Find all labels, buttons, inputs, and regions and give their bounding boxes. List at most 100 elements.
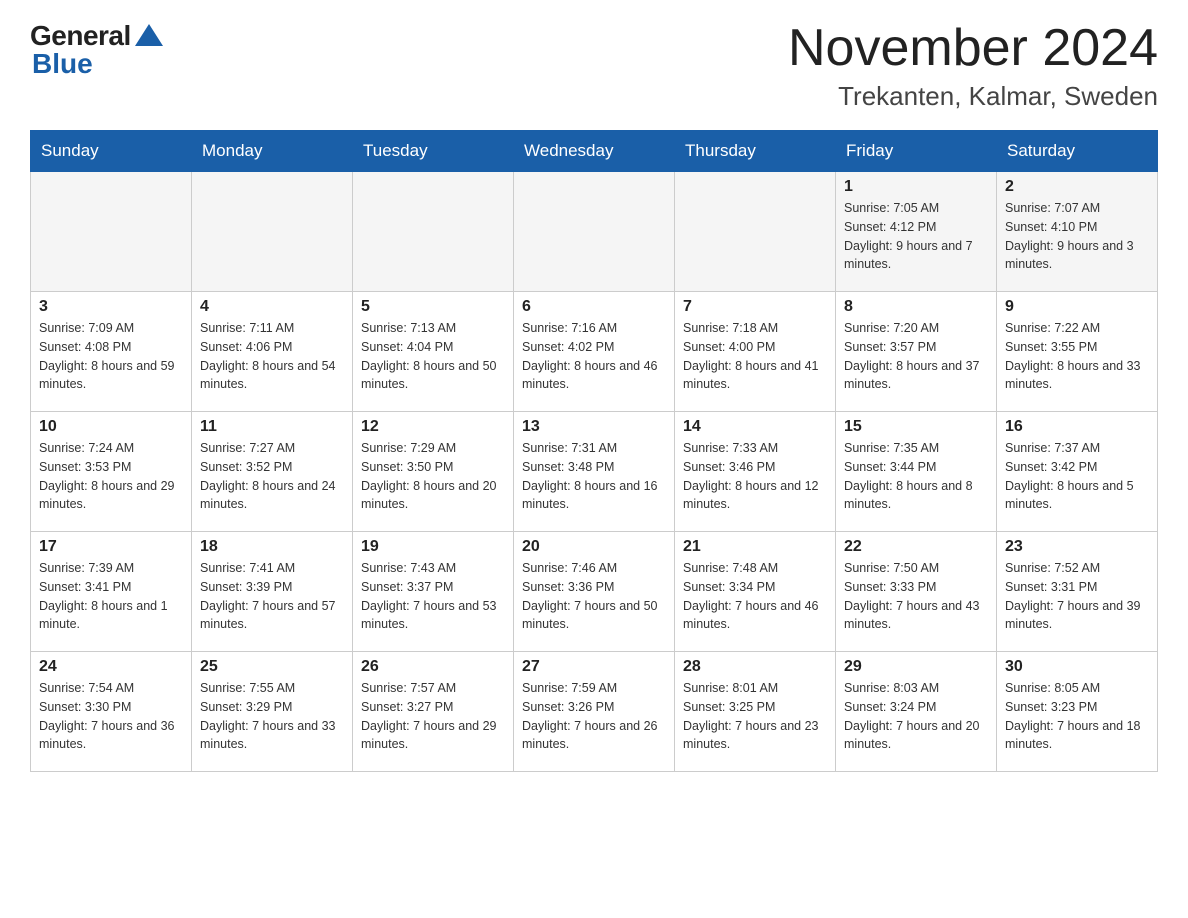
- day-number: 29: [844, 658, 988, 676]
- day-info: Sunrise: 8:03 AM Sunset: 3:24 PM Dayligh…: [844, 679, 988, 754]
- calendar-cell: 20 Sunrise: 7:46 AM Sunset: 3:36 PM Dayli…: [514, 532, 675, 652]
- day-number: 26: [361, 658, 505, 676]
- calendar-cell: 9Sunrise: 7:22 AM Sunset: 3:55 PM Daylig…: [997, 292, 1158, 412]
- day-of-week-header: Friday: [836, 131, 997, 172]
- day-of-week-header: Monday: [192, 131, 353, 172]
- calendar-cell: 15 Sunrise: 7:35 AM Sunset: 3:44 PM Dayli…: [836, 412, 997, 532]
- calendar-cell: 5 Sunrise: 7:13 AM Sunset: 4:04 PM Daylig…: [353, 292, 514, 412]
- day-info: Sunrise: 7:22 AM Sunset: 3:55 PM Dayligh…: [1005, 319, 1149, 394]
- day-number: 24: [39, 658, 183, 676]
- day-info: Sunrise: 7:33 AM Sunset: 3:46 PM Dayligh…: [683, 439, 827, 514]
- calendar-cell: 4 Sunrise: 7:11 AM Sunset: 4:06 PM Daylig…: [192, 292, 353, 412]
- day-info: Sunrise: 7:55 AM Sunset: 3:29 PM Dayligh…: [200, 679, 344, 754]
- day-info: Sunrise: 7:39 AM Sunset: 3:41 PM Dayligh…: [39, 559, 183, 634]
- calendar-week-row: 24 Sunrise: 7:54 AM Sunset: 3:30 PM Dayli…: [31, 652, 1158, 772]
- day-info: Sunrise: 7:11 AM Sunset: 4:06 PM Dayligh…: [200, 319, 344, 394]
- calendar-cell: [675, 172, 836, 292]
- calendar-cell: 12Sunrise: 7:29 AM Sunset: 3:50 PM Dayli…: [353, 412, 514, 532]
- month-title: November 2024: [788, 20, 1158, 77]
- day-number: 7: [683, 298, 827, 316]
- calendar-cell: 24 Sunrise: 7:54 AM Sunset: 3:30 PM Dayli…: [31, 652, 192, 772]
- day-of-week-header: Thursday: [675, 131, 836, 172]
- day-info: Sunrise: 7:07 AM Sunset: 4:10 PM Dayligh…: [1005, 199, 1149, 274]
- calendar-cell: 26 Sunrise: 7:57 AM Sunset: 3:27 PM Dayli…: [353, 652, 514, 772]
- calendar-cell: 19Sunrise: 7:43 AM Sunset: 3:37 PM Dayli…: [353, 532, 514, 652]
- day-info: Sunrise: 7:54 AM Sunset: 3:30 PM Dayligh…: [39, 679, 183, 754]
- day-info: Sunrise: 7:37 AM Sunset: 3:42 PM Dayligh…: [1005, 439, 1149, 514]
- day-info: Sunrise: 7:31 AM Sunset: 3:48 PM Dayligh…: [522, 439, 666, 514]
- calendar-week-row: 17 Sunrise: 7:39 AM Sunset: 3:41 PM Dayli…: [31, 532, 1158, 652]
- day-number: 30: [1005, 658, 1149, 676]
- calendar-week-row: 1 Sunrise: 7:05 AM Sunset: 4:12 PM Daylig…: [31, 172, 1158, 292]
- day-info: Sunrise: 7:52 AM Sunset: 3:31 PM Dayligh…: [1005, 559, 1149, 634]
- day-number: 1: [844, 178, 988, 196]
- logo-blue-text: Blue: [30, 48, 93, 80]
- calendar-cell: 8 Sunrise: 7:20 AM Sunset: 3:57 PM Daylig…: [836, 292, 997, 412]
- day-info: Sunrise: 7:05 AM Sunset: 4:12 PM Dayligh…: [844, 199, 988, 274]
- calendar-table: SundayMondayTuesdayWednesdayThursdayFrid…: [30, 130, 1158, 772]
- day-info: Sunrise: 7:46 AM Sunset: 3:36 PM Dayligh…: [522, 559, 666, 634]
- calendar-cell: 18 Sunrise: 7:41 AM Sunset: 3:39 PM Dayli…: [192, 532, 353, 652]
- day-info: Sunrise: 7:57 AM Sunset: 3:27 PM Dayligh…: [361, 679, 505, 754]
- day-number: 13: [522, 418, 666, 436]
- day-number: 14: [683, 418, 827, 436]
- calendar-cell: 14 Sunrise: 7:33 AM Sunset: 3:46 PM Dayli…: [675, 412, 836, 532]
- calendar-cell: 27Sunrise: 7:59 AM Sunset: 3:26 PM Dayli…: [514, 652, 675, 772]
- calendar-week-row: 10Sunrise: 7:24 AM Sunset: 3:53 PM Dayli…: [31, 412, 1158, 532]
- day-number: 16: [1005, 418, 1149, 436]
- day-number: 5: [361, 298, 505, 316]
- day-number: 15: [844, 418, 988, 436]
- day-number: 6: [522, 298, 666, 316]
- day-info: Sunrise: 7:50 AM Sunset: 3:33 PM Dayligh…: [844, 559, 988, 634]
- day-number: 18: [200, 538, 344, 556]
- calendar-cell: 21 Sunrise: 7:48 AM Sunset: 3:34 PM Dayli…: [675, 532, 836, 652]
- day-of-week-header: Sunday: [31, 131, 192, 172]
- day-number: 8: [844, 298, 988, 316]
- day-number: 27: [522, 658, 666, 676]
- logo: General Blue: [30, 20, 163, 80]
- calendar-cell: 13 Sunrise: 7:31 AM Sunset: 3:48 PM Dayli…: [514, 412, 675, 532]
- day-number: 4: [200, 298, 344, 316]
- calendar-cell: 7 Sunrise: 7:18 AM Sunset: 4:00 PM Daylig…: [675, 292, 836, 412]
- calendar-cell: [353, 172, 514, 292]
- day-info: Sunrise: 7:35 AM Sunset: 3:44 PM Dayligh…: [844, 439, 988, 514]
- calendar-cell: [514, 172, 675, 292]
- logo-triangle-icon: [135, 24, 163, 46]
- day-info: Sunrise: 8:01 AM Sunset: 3:25 PM Dayligh…: [683, 679, 827, 754]
- calendar-cell: 3Sunrise: 7:09 AM Sunset: 4:08 PM Daylig…: [31, 292, 192, 412]
- title-area: November 2024 Trekanten, Kalmar, Sweden: [788, 20, 1158, 112]
- day-number: 17: [39, 538, 183, 556]
- calendar-cell: [192, 172, 353, 292]
- calendar-cell: 25 Sunrise: 7:55 AM Sunset: 3:29 PM Dayli…: [192, 652, 353, 772]
- day-of-week-header: Wednesday: [514, 131, 675, 172]
- day-of-week-header: Saturday: [997, 131, 1158, 172]
- day-info: Sunrise: 8:05 AM Sunset: 3:23 PM Dayligh…: [1005, 679, 1149, 754]
- calendar-cell: 28Sunrise: 8:01 AM Sunset: 3:25 PM Dayli…: [675, 652, 836, 772]
- day-number: 25: [200, 658, 344, 676]
- day-info: Sunrise: 7:13 AM Sunset: 4:04 PM Dayligh…: [361, 319, 505, 394]
- day-info: Sunrise: 7:24 AM Sunset: 3:53 PM Dayligh…: [39, 439, 183, 514]
- day-number: 11: [200, 418, 344, 436]
- day-number: 21: [683, 538, 827, 556]
- day-number: 20: [522, 538, 666, 556]
- day-info: Sunrise: 7:48 AM Sunset: 3:34 PM Dayligh…: [683, 559, 827, 634]
- day-info: Sunrise: 7:27 AM Sunset: 3:52 PM Dayligh…: [200, 439, 344, 514]
- calendar-cell: 17 Sunrise: 7:39 AM Sunset: 3:41 PM Dayli…: [31, 532, 192, 652]
- day-number: 23: [1005, 538, 1149, 556]
- day-info: Sunrise: 7:20 AM Sunset: 3:57 PM Dayligh…: [844, 319, 988, 394]
- calendar-cell: 16 Sunrise: 7:37 AM Sunset: 3:42 PM Dayli…: [997, 412, 1158, 532]
- day-number: 22: [844, 538, 988, 556]
- calendar-cell: 22 Sunrise: 7:50 AM Sunset: 3:33 PM Dayli…: [836, 532, 997, 652]
- calendar-cell: 30 Sunrise: 8:05 AM Sunset: 3:23 PM Dayli…: [997, 652, 1158, 772]
- calendar-cell: 1 Sunrise: 7:05 AM Sunset: 4:12 PM Daylig…: [836, 172, 997, 292]
- day-number: 12: [361, 418, 505, 436]
- day-info: Sunrise: 7:43 AM Sunset: 3:37 PM Dayligh…: [361, 559, 505, 634]
- day-info: Sunrise: 7:41 AM Sunset: 3:39 PM Dayligh…: [200, 559, 344, 634]
- day-info: Sunrise: 7:18 AM Sunset: 4:00 PM Dayligh…: [683, 319, 827, 394]
- calendar-cell: 10Sunrise: 7:24 AM Sunset: 3:53 PM Dayli…: [31, 412, 192, 532]
- calendar-header-row: SundayMondayTuesdayWednesdayThursdayFrid…: [31, 131, 1158, 172]
- page-header: General Blue November 2024 Trekanten, Ka…: [30, 20, 1158, 112]
- day-info: Sunrise: 7:09 AM Sunset: 4:08 PM Dayligh…: [39, 319, 183, 394]
- day-of-week-header: Tuesday: [353, 131, 514, 172]
- calendar-cell: 6Sunrise: 7:16 AM Sunset: 4:02 PM Daylig…: [514, 292, 675, 412]
